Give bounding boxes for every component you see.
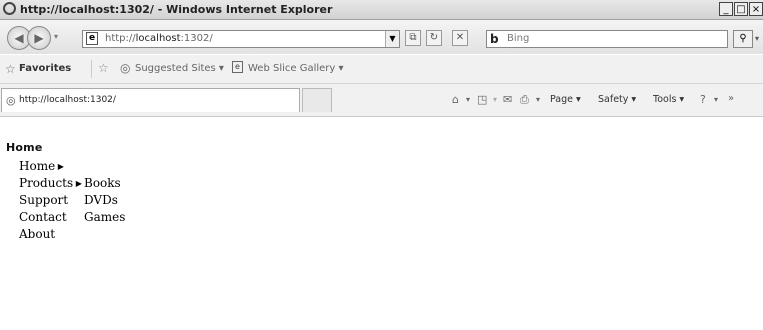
- suggested-sites-icon: ◎: [120, 61, 131, 75]
- menu-item-contact[interactable]: Contact: [19, 209, 67, 226]
- favorites-bar: ☆ Favorites ☆ ◎ Suggested Sites ▾ e Web …: [0, 55, 763, 84]
- search-box[interactable]: b Bing: [486, 30, 728, 48]
- feeds-icon[interactable]: ◳: [477, 93, 487, 106]
- tab-page-icon: ◎: [6, 94, 16, 107]
- active-tab[interactable]: ◎ http://localhost:1302/: [1, 88, 300, 112]
- print-dropdown-icon[interactable]: ▾: [536, 95, 540, 104]
- safety-menu[interactable]: Safety ▾: [598, 84, 636, 116]
- web-slice-icon: e: [232, 61, 243, 73]
- maximize-button[interactable]: □: [734, 2, 748, 16]
- suggested-sites-link[interactable]: Suggested Sites ▾: [135, 63, 224, 74]
- minimize-button[interactable]: _: [719, 2, 733, 16]
- home-dropdown-icon[interactable]: ▾: [466, 95, 470, 104]
- page-menu[interactable]: Page ▾: [550, 84, 581, 116]
- favorites-button[interactable]: Favorites: [19, 63, 71, 74]
- submenu-arrow-icon: ▶: [55, 162, 64, 171]
- menu-item-about[interactable]: About: [19, 226, 55, 243]
- bing-logo-icon: b: [490, 32, 499, 46]
- page-heading: Home: [6, 141, 43, 154]
- compatibility-view-icon[interactable]: ⧉: [405, 30, 421, 46]
- window-title: http://localhost:1302/ - Windows Interne…: [20, 3, 333, 16]
- home-icon[interactable]: ⌂: [452, 93, 459, 106]
- page-viewport: Home Home ▶ Products ▶ Books Support DVD…: [0, 117, 763, 330]
- help-icon[interactable]: ?: [700, 93, 706, 106]
- submenu-item-dvds[interactable]: DVDs: [84, 192, 118, 209]
- submenu-item-games[interactable]: Games: [84, 209, 125, 226]
- menu-item-support[interactable]: Support: [19, 192, 68, 209]
- mail-icon[interactable]: ✉: [503, 93, 512, 106]
- tab-label: http://localhost:1302/: [19, 95, 116, 105]
- submenu-arrow-icon: ▶: [73, 179, 82, 188]
- print-icon[interactable]: ⎙: [520, 93, 529, 107]
- new-tab-button[interactable]: [302, 88, 332, 112]
- add-to-favorites-icon[interactable]: ☆: [98, 61, 109, 75]
- search-button[interactable]: ⚲: [733, 30, 753, 48]
- web-slice-gallery-link[interactable]: Web Slice Gallery ▾: [248, 63, 344, 74]
- address-url[interactable]: http://localhost:1302/: [105, 33, 213, 44]
- navigation-bar: ◀ ▶ ▾ e http://localhost:1302/ ▼ ⧉ ↻ ✕ b…: [0, 20, 763, 54]
- more-commands-icon[interactable]: »: [728, 93, 734, 104]
- window-controls: _ □ ×: [718, 2, 763, 16]
- submenu-item-books[interactable]: Books: [84, 175, 121, 192]
- tools-menu[interactable]: Tools ▾: [653, 84, 684, 116]
- menu-item-home[interactable]: Home ▶: [19, 158, 64, 175]
- address-bar[interactable]: e http://localhost:1302/ ▼: [82, 30, 400, 48]
- recent-pages-dropdown[interactable]: ▾: [54, 32, 58, 41]
- page-icon: e: [86, 32, 98, 45]
- help-dropdown-icon[interactable]: ▾: [714, 95, 718, 104]
- ie-logo-icon: [3, 2, 16, 15]
- tab-bar: ◎ http://localhost:1302/ ⌂ ▾ ◳ ▾ ✉ ⎙ ▾ P…: [0, 84, 763, 117]
- stop-icon[interactable]: ✕: [452, 30, 468, 46]
- forward-button[interactable]: ▶: [27, 26, 51, 50]
- close-button[interactable]: ×: [749, 2, 763, 16]
- menu-item-products[interactable]: Products ▶: [19, 175, 82, 192]
- search-input[interactable]: Bing: [507, 33, 529, 44]
- refresh-icon[interactable]: ↻: [426, 30, 442, 46]
- divider: [91, 60, 92, 78]
- feeds-dropdown-icon[interactable]: ▾: [493, 95, 497, 104]
- search-options-dropdown[interactable]: ▾: [755, 34, 759, 43]
- favorites-star-icon[interactable]: ☆: [5, 62, 16, 76]
- title-bar: http://localhost:1302/ - Windows Interne…: [0, 0, 763, 20]
- address-dropdown-button[interactable]: ▼: [385, 31, 399, 47]
